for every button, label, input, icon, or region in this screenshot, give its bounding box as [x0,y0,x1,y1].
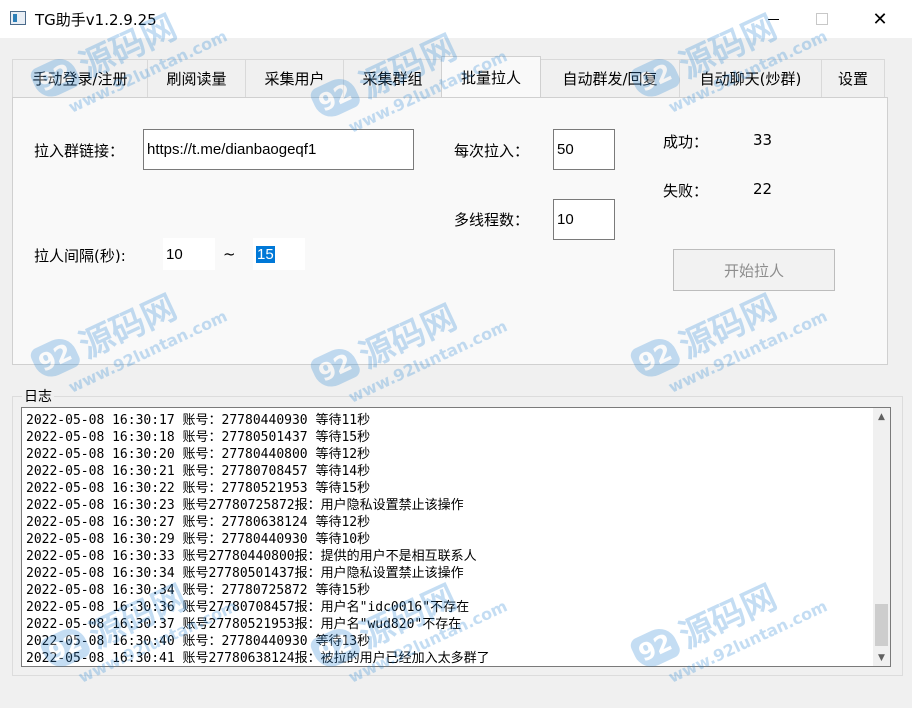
app-icon [10,11,26,25]
log-scrollbar[interactable]: ▲ ▼ [873,408,890,666]
tab-settings[interactable]: 设置 [821,59,885,97]
log-list: 2022-05-08 16:30:17 账号：27780440930 等待11秒… [26,412,490,666]
group-link-label: 拉入群链接： [34,142,125,160]
log-line: 2022-05-08 16:30:20 账号：27780440800 等待12秒 [26,447,371,462]
tab-collect-users[interactable]: 采集用户 [245,59,344,97]
tab-read-count[interactable]: 刷阅读量 [147,59,246,97]
log-line: 2022-05-08 16:30:22 账号：27780521953 等待15秒 [26,481,371,496]
maximize-button[interactable] [799,0,845,38]
log-line: 2022-05-08 16:30:37 账号27780521953报：用户名"w… [26,617,462,632]
log-line: 2022-05-08 16:30:34 账号：27780725872 等待15秒 [26,583,371,598]
threads-label: 多线程数： [454,211,530,229]
scroll-up-icon[interactable]: ▲ [873,408,890,425]
log-line: 2022-05-08 16:30:27 账号：27780638124 等待12秒 [26,515,371,530]
tab-manual-login[interactable]: 手动登录/注册 [12,59,148,97]
log-title: 日志 [22,386,54,406]
close-icon: ✕ [872,8,888,30]
per-pull-label: 每次拉入： [454,142,530,160]
log-line: 2022-05-08 16:30:29 账号：27780440930 等待10秒 [26,532,371,547]
success-label: 成功： [663,133,709,151]
log-line: 2022-05-08 16:30:18 账号：27780501437 等待15秒 [26,430,371,445]
log-line: 2022-05-08 16:30:36 账号27780708457报：用户名"i… [26,600,470,615]
log-line: 2022-05-08 16:30:40 账号：27780440930 等待13秒 [26,634,371,649]
window-title: TG助手v1.2.9.25 [35,11,157,29]
log-line: 2022-05-08 16:30:21 账号：27780708457 等待14秒 [26,464,371,479]
interval-separator: ~ [223,245,236,263]
maximize-icon [816,13,828,25]
tab-batch-pull[interactable]: 批量拉人 [441,56,541,97]
per-pull-input[interactable]: 50 [553,129,615,170]
interval-min-input[interactable]: 10 [163,238,215,270]
tab-auto-broadcast[interactable]: 自动群发/回复 [540,59,680,97]
scroll-down-icon[interactable]: ▼ [873,649,890,666]
success-count: 33 [753,131,773,149]
title-bar: TG助手v1.2.9.25 ✕ [0,0,912,38]
group-link-input[interactable]: https://t.me/dianbaogeqf1 [143,129,414,170]
interval-max-input[interactable]: 15 [253,238,305,270]
log-line: 2022-05-08 16:30:17 账号：27780440930 等待11秒 [26,413,371,428]
tab-collect-groups[interactable]: 采集群组 [343,59,442,97]
tab-auto-chat[interactable]: 自动聊天(炒群) [679,59,822,97]
interval-label: 拉人间隔(秒): [34,247,126,265]
log-line: 2022-05-08 16:30:33 账号27780440800报：提供的用户… [26,549,477,564]
batch-pull-panel: 拉入群链接： https://t.me/dianbaogeqf1 每次拉入： 5… [12,97,888,365]
minimize-icon [767,18,779,20]
fail-label: 失败： [663,182,709,200]
threads-input[interactable]: 10 [553,199,615,240]
minimize-button[interactable] [750,0,796,38]
interval-max-selection: 15 [256,245,275,263]
close-button[interactable]: ✕ [857,0,903,38]
log-line: 2022-05-08 16:30:23 账号27780725872报：用户隐私设… [26,498,464,513]
scroll-thumb[interactable] [875,604,888,646]
log-line: 2022-05-08 16:30:34 账号27780501437报：用户隐私设… [26,566,464,581]
fail-count: 22 [753,180,773,198]
start-pull-button[interactable]: 开始拉人 [673,249,835,291]
log-line: 2022-05-08 16:30:41 账号27780638124报：被拉的用户… [26,651,490,666]
log-textbox[interactable]: 2022-05-08 16:30:17 账号：27780440930 等待11秒… [21,407,891,667]
